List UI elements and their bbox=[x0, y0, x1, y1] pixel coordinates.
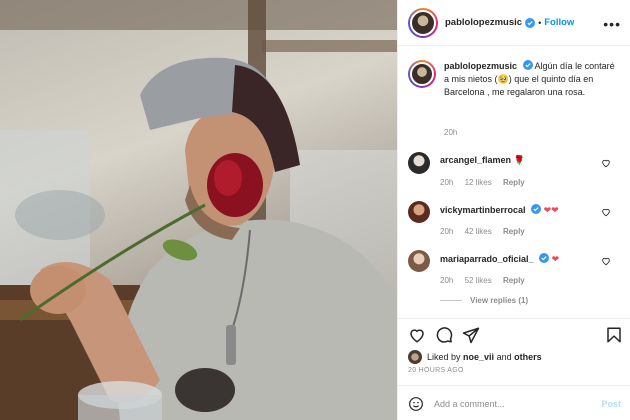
liked-by-user[interactable]: noe_vii bbox=[463, 352, 494, 362]
caption-avatar[interactable] bbox=[408, 60, 436, 88]
reply-button[interactable]: Reply bbox=[503, 276, 525, 285]
verified-icon bbox=[539, 253, 550, 263]
replies-divider bbox=[440, 300, 462, 301]
caption-timestamp: 20h bbox=[444, 128, 458, 137]
comment-time: 20h bbox=[440, 178, 454, 187]
comment-time: 20h bbox=[440, 276, 454, 285]
photo-illustration bbox=[0, 0, 397, 420]
post-view: pablolopezmusic • Follow ••• pablolopezm… bbox=[0, 0, 630, 420]
comment-line: vickymartinberrocal ❤❤ bbox=[440, 204, 559, 216]
post-button[interactable]: Post bbox=[601, 399, 621, 409]
commenter-avatar[interactable] bbox=[408, 152, 430, 174]
bookmark-icon bbox=[607, 327, 621, 343]
comment-text: ❤❤ bbox=[543, 205, 559, 215]
author-username[interactable]: pablolopezmusic bbox=[445, 17, 522, 28]
comment-likes[interactable]: 52 likes bbox=[465, 276, 492, 285]
liker-avatar[interactable] bbox=[408, 350, 422, 364]
comment-meta: 20h 52 likes Reply bbox=[440, 276, 534, 285]
reply-button[interactable]: Reply bbox=[503, 178, 525, 187]
like-comment-icon[interactable] bbox=[601, 158, 611, 168]
view-replies-label: View replies (1) bbox=[470, 296, 529, 305]
comment-username[interactable]: arcangel_flamen bbox=[440, 155, 511, 165]
comment-username[interactable]: mariaparrado_oficial_ bbox=[440, 254, 534, 264]
save-button[interactable] bbox=[605, 326, 623, 344]
reply-button[interactable]: Reply bbox=[503, 227, 525, 236]
liked-by-prefix: Liked by bbox=[427, 352, 461, 362]
verified-icon bbox=[522, 60, 533, 70]
comment-icon[interactable] bbox=[435, 326, 453, 344]
comment-meta: 20h 42 likes Reply bbox=[440, 227, 534, 236]
post-photo[interactable] bbox=[0, 0, 397, 420]
liked-by-others[interactable]: others bbox=[514, 352, 542, 362]
post-header: pablolopezmusic • Follow ••• bbox=[398, 0, 630, 46]
share-icon[interactable] bbox=[462, 326, 480, 344]
comment-input[interactable]: Add a comment... bbox=[434, 399, 601, 409]
comment-username[interactable]: vickymartinberrocal bbox=[440, 205, 526, 215]
post-caption: pablolopezmusic Algún día le contaré a m… bbox=[408, 60, 623, 99]
comment-line: mariaparrado_oficial_ ❤ bbox=[440, 253, 559, 265]
emoji-icon[interactable] bbox=[408, 396, 424, 412]
verified-icon bbox=[525, 17, 536, 28]
like-comment-icon[interactable] bbox=[601, 256, 611, 266]
more-options-icon[interactable]: ••• bbox=[603, 16, 621, 32]
add-comment-bar: Add a comment... Post bbox=[398, 385, 630, 420]
post-sidebar: pablolopezmusic • Follow ••• pablolopezm… bbox=[397, 0, 630, 420]
commenter-avatar[interactable] bbox=[408, 201, 430, 223]
comment-meta: 20h 12 likes Reply bbox=[440, 178, 534, 187]
comment-line: arcangel_flamen 🌹 bbox=[440, 155, 525, 166]
post-timestamp: 20 HOURS AGO bbox=[408, 367, 464, 374]
liked-by: Liked by noe_vii and others bbox=[408, 350, 542, 364]
action-icons bbox=[408, 326, 480, 344]
comment-likes[interactable]: 12 likes bbox=[465, 178, 492, 187]
like-comment-icon[interactable] bbox=[601, 207, 611, 217]
comment-text: 🌹 bbox=[513, 155, 525, 165]
verified-icon bbox=[531, 204, 542, 214]
heart-icon[interactable] bbox=[408, 326, 426, 344]
header-separator: • bbox=[538, 17, 542, 28]
comment-likes[interactable]: 42 likes bbox=[465, 227, 492, 236]
liked-by-middle: and bbox=[496, 352, 512, 362]
author-avatar[interactable] bbox=[408, 7, 438, 38]
comment-text: ❤ bbox=[551, 254, 560, 264]
post-actions: Liked by noe_vii and others 20 HOURS AGO… bbox=[398, 318, 630, 420]
follow-button[interactable]: Follow bbox=[544, 17, 574, 28]
caption-username[interactable]: pablolopezmusic bbox=[444, 61, 517, 71]
view-replies-link[interactable]: View replies (1) bbox=[440, 296, 528, 305]
comment-time: 20h bbox=[440, 227, 454, 236]
caption-text: pablolopezmusic Algún día le contaré a m… bbox=[444, 60, 619, 99]
commenter-avatar[interactable] bbox=[408, 250, 430, 272]
